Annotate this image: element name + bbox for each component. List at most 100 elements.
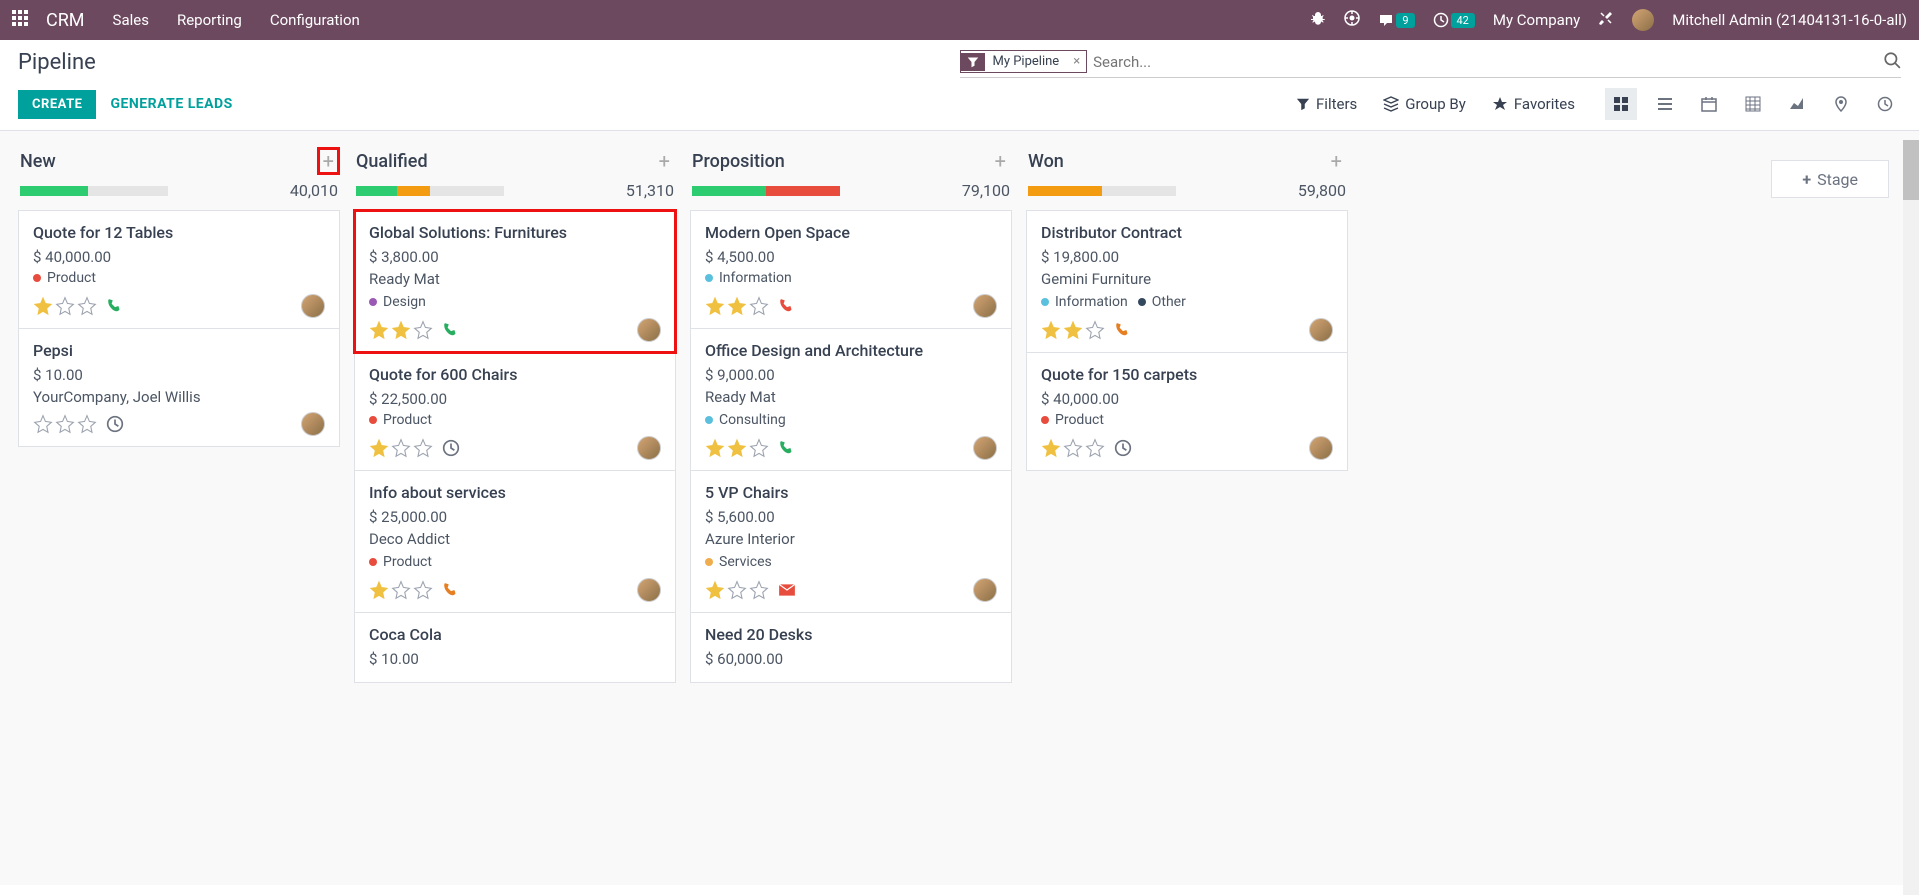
column-progress-bar[interactable] xyxy=(692,186,840,196)
card-avatar[interactable] xyxy=(637,578,661,602)
card-title: Distributor Contract xyxy=(1041,223,1333,242)
card-avatar[interactable] xyxy=(973,436,997,460)
column-progress-bar[interactable] xyxy=(356,186,504,196)
priority-stars[interactable] xyxy=(369,438,433,458)
priority-stars[interactable] xyxy=(1041,320,1105,340)
column-progress-bar[interactable] xyxy=(1028,186,1176,196)
generate-leads-button[interactable]: GENERATE LEADS xyxy=(110,96,232,112)
tools-icon[interactable] xyxy=(1598,10,1614,30)
priority-stars[interactable] xyxy=(1041,438,1105,458)
activity-icon[interactable] xyxy=(777,296,797,316)
column-title[interactable]: New xyxy=(20,151,319,172)
menu-reporting[interactable]: Reporting xyxy=(177,11,242,29)
card-avatar[interactable] xyxy=(301,294,325,318)
search-icon[interactable] xyxy=(1883,51,1901,73)
card-avatar[interactable] xyxy=(973,294,997,318)
priority-stars[interactable] xyxy=(705,438,769,458)
filters-dropdown[interactable]: Filters xyxy=(1296,95,1357,113)
groupby-dropdown[interactable]: Group By xyxy=(1383,95,1466,113)
column-title[interactable]: Qualified xyxy=(356,151,655,172)
card-avatar[interactable] xyxy=(1309,318,1333,342)
card-avatar[interactable] xyxy=(301,412,325,436)
kanban-card[interactable]: Global Solutions: Furnitures$ 3,800.00Re… xyxy=(354,210,676,353)
column-progress-bar[interactable] xyxy=(20,186,168,196)
main-menu: Sales Reporting Configuration xyxy=(113,11,360,29)
view-list[interactable] xyxy=(1649,88,1681,120)
card-avatar[interactable] xyxy=(637,436,661,460)
kanban-card[interactable]: 5 VP Chairs$ 5,600.00Azure InteriorServi… xyxy=(690,470,1012,613)
column-quick-create[interactable]: + xyxy=(655,149,674,173)
messages-badge: 9 xyxy=(1396,13,1414,28)
search-bar[interactable]: My Pipeline × xyxy=(960,50,1902,78)
priority-stars[interactable] xyxy=(705,296,769,316)
activity-icon[interactable] xyxy=(441,438,461,458)
activity-icon[interactable] xyxy=(105,414,125,434)
column-quick-create[interactable]: + xyxy=(319,149,338,173)
kanban-card[interactable]: Pepsi $ 10.00 YourCompany, Joel Willis xyxy=(18,328,340,447)
menu-sales[interactable]: Sales xyxy=(113,11,149,29)
activity-icon[interactable] xyxy=(441,580,461,600)
kanban-card[interactable]: Info about services$ 25,000.00Deco Addic… xyxy=(354,470,676,613)
kanban-card[interactable]: Office Design and Architecture$ 9,000.00… xyxy=(690,328,1012,471)
activity-icon[interactable] xyxy=(1113,320,1133,340)
app-brand[interactable]: CRM xyxy=(46,10,85,31)
card-tag: Product xyxy=(369,554,432,570)
user-name[interactable]: Mitchell Admin (21404131-16-0-all) xyxy=(1672,11,1907,29)
kanban-card[interactable]: Modern Open Space$ 4,500.00Information xyxy=(690,210,1012,329)
column-title[interactable]: Proposition xyxy=(692,151,991,172)
view-calendar[interactable] xyxy=(1693,88,1725,120)
favorites-dropdown[interactable]: Favorites xyxy=(1492,95,1575,113)
priority-stars[interactable] xyxy=(369,580,433,600)
activities-icon[interactable]: 42 xyxy=(1433,12,1475,28)
kanban-card[interactable]: Distributor Contract$ 19,800.00Gemini Fu… xyxy=(1026,210,1348,353)
apps-icon[interactable] xyxy=(12,10,28,30)
add-stage-button[interactable]: + Stage xyxy=(1771,160,1889,198)
kanban-card[interactable]: Quote for 600 Chairs$ 22,500.00Product xyxy=(354,352,676,471)
activity-icon[interactable] xyxy=(777,438,797,458)
filter-chip-remove[interactable]: × xyxy=(1067,54,1086,69)
priority-stars[interactable] xyxy=(369,320,433,340)
kanban-card[interactable]: Need 20 Desks$ 60,000.00 xyxy=(690,612,1012,683)
support-icon[interactable] xyxy=(1344,10,1360,30)
search-input[interactable] xyxy=(1087,51,1883,73)
card-amount: $ 5,600.00 xyxy=(705,508,997,526)
card-subtitle: Deco Addict xyxy=(369,530,661,548)
kanban-card[interactable]: Coca Cola$ 10.00 xyxy=(354,612,676,683)
user-avatar[interactable] xyxy=(1632,9,1654,31)
card-subtitle: YourCompany, Joel Willis xyxy=(33,388,325,406)
view-activity[interactable] xyxy=(1869,88,1901,120)
column-total: 79,100 xyxy=(962,181,1010,200)
priority-stars[interactable] xyxy=(33,296,97,316)
card-tag: Consulting xyxy=(705,412,786,428)
view-map[interactable] xyxy=(1825,88,1857,120)
card-avatar[interactable] xyxy=(1309,436,1333,460)
card-subtitle: Ready Mat xyxy=(369,270,661,288)
kanban-card[interactable]: Quote for 12 Tables$ 40,000.00Product xyxy=(18,210,340,329)
activity-icon[interactable] xyxy=(105,296,125,316)
create-button[interactable]: CREATE xyxy=(18,90,96,119)
activity-icon[interactable] xyxy=(1113,438,1133,458)
company-switcher[interactable]: My Company xyxy=(1493,11,1580,29)
activity-icon[interactable] xyxy=(441,320,461,340)
menu-configuration[interactable]: Configuration xyxy=(270,11,360,29)
column-quick-create[interactable]: + xyxy=(991,149,1010,173)
card-subtitle: Gemini Furniture xyxy=(1041,270,1333,288)
view-graph[interactable] xyxy=(1781,88,1813,120)
scrollbar[interactable] xyxy=(1903,140,1919,895)
priority-stars[interactable] xyxy=(705,580,769,600)
card-avatar[interactable] xyxy=(973,578,997,602)
column-quick-create[interactable]: + xyxy=(1327,149,1346,173)
kanban-card[interactable]: Quote for 150 carpets$ 40,000.00Product xyxy=(1026,352,1348,471)
view-pivot[interactable] xyxy=(1737,88,1769,120)
view-kanban[interactable] xyxy=(1605,88,1637,120)
card-avatar[interactable] xyxy=(637,318,661,342)
filter-chip-my-pipeline[interactable]: My Pipeline × xyxy=(960,50,1088,73)
funnel-icon xyxy=(961,53,985,71)
column-title[interactable]: Won xyxy=(1028,151,1327,172)
bug-icon[interactable] xyxy=(1310,10,1326,30)
card-amount: $ 10.00 xyxy=(33,366,325,384)
activity-icon[interactable] xyxy=(777,580,797,600)
card-title: Pepsi xyxy=(33,341,325,360)
priority-stars[interactable] xyxy=(33,414,97,434)
messages-icon[interactable]: 9 xyxy=(1378,12,1414,28)
